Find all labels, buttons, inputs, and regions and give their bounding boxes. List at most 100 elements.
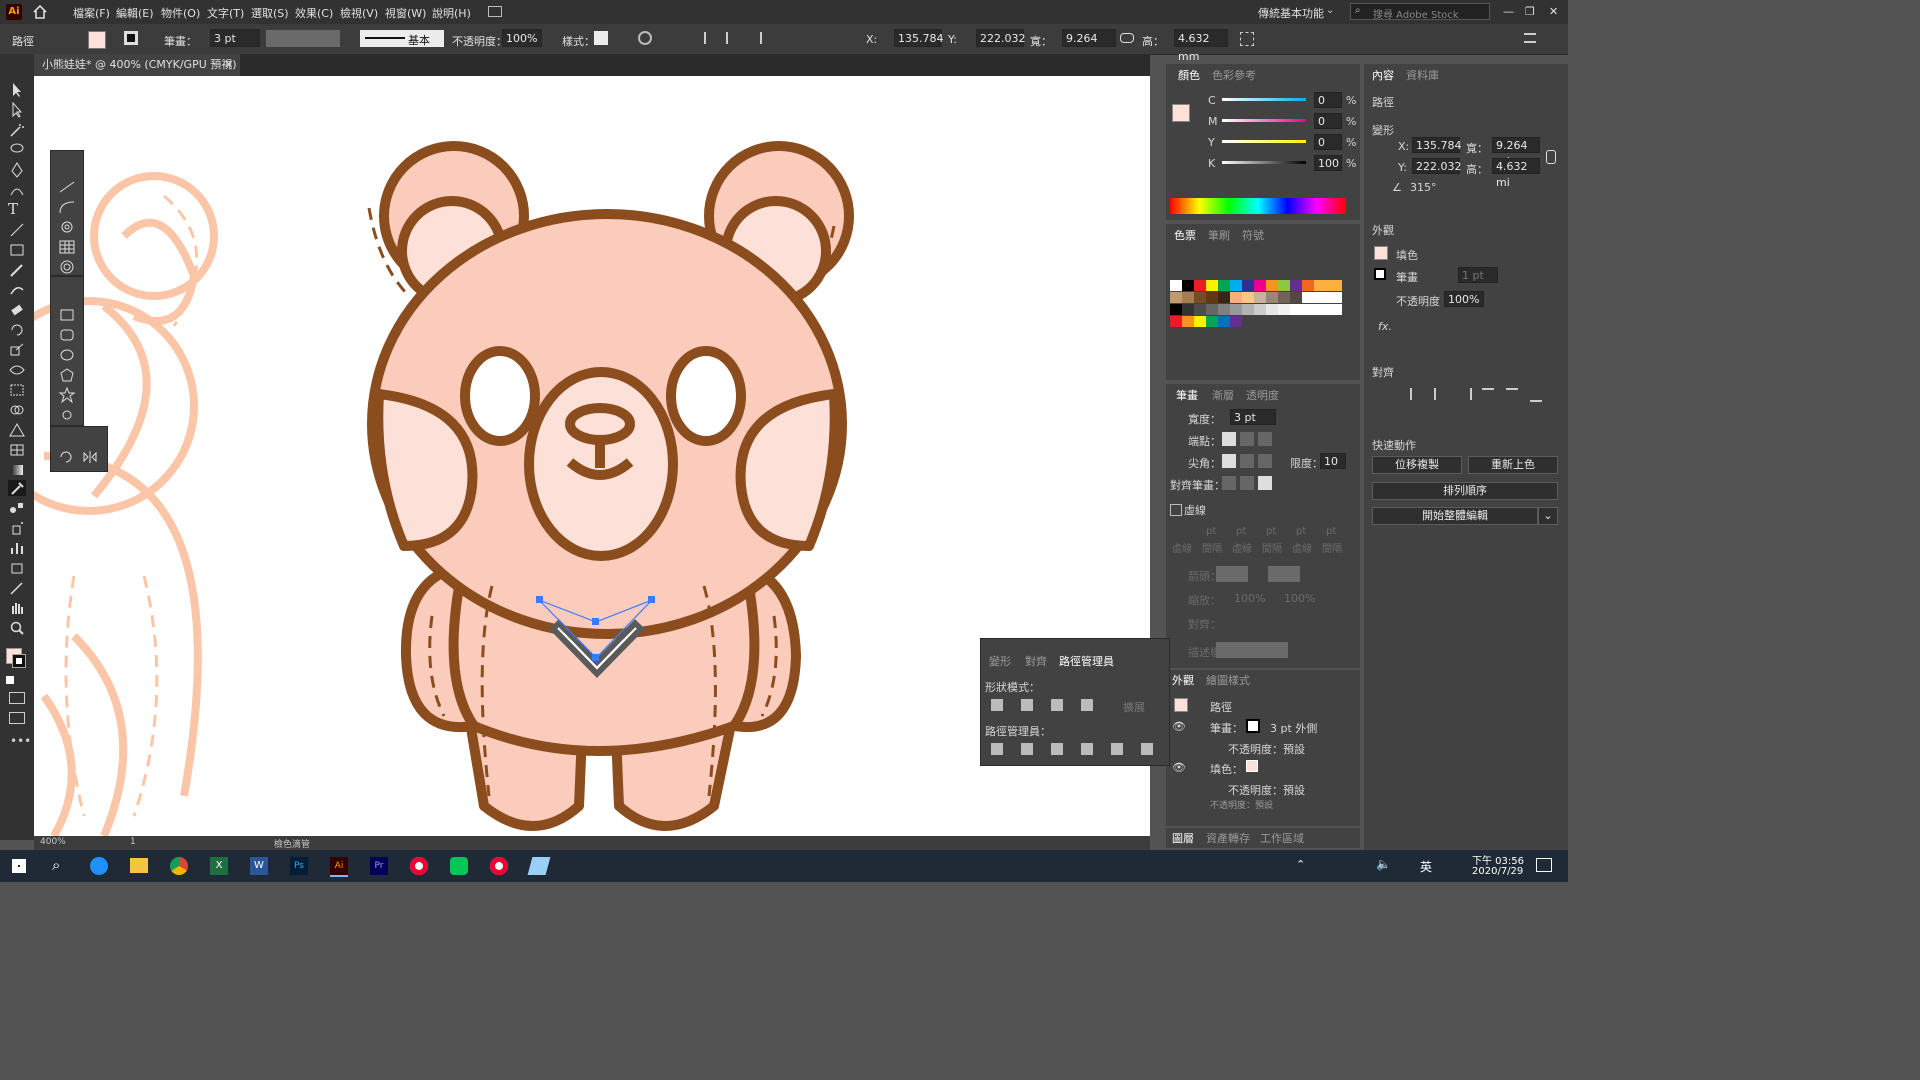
swatch-grid[interactable] <box>1170 280 1342 354</box>
appearance-fill-swatch[interactable] <box>1246 760 1258 772</box>
shape-builder-tool-icon[interactable] <box>8 402 26 418</box>
align-left-icon[interactable] <box>704 32 718 44</box>
crop-button[interactable] <box>1081 743 1093 755</box>
arc-tool-icon[interactable] <box>57 199 77 215</box>
channel-c-slider[interactable] <box>1222 98 1306 101</box>
search-icon[interactable]: ⌕ <box>52 856 60 874</box>
prop-opacity-input[interactable]: 100% <box>1444 291 1484 307</box>
selection-tool-icon[interactable] <box>8 82 26 98</box>
minus-front-button[interactable] <box>1021 699 1033 711</box>
tab-appearance[interactable]: 外觀 <box>1172 672 1194 688</box>
volume-icon[interactable]: 🔈 <box>1376 857 1391 871</box>
channel-m-slider[interactable] <box>1222 119 1306 122</box>
appearance-fill-label[interactable]: 填色： <box>1210 761 1243 777</box>
align-outside-stroke[interactable] <box>1258 476 1272 490</box>
profile-select[interactable] <box>1216 642 1288 658</box>
hand-tool-icon[interactable] <box>8 600 26 616</box>
round-cap-button[interactable] <box>1240 432 1254 446</box>
spiral-tool-icon[interactable] <box>57 219 77 235</box>
tab-swatches[interactable]: 色票 <box>1174 227 1196 243</box>
prop-align-vcenter-icon[interactable] <box>1506 388 1518 402</box>
channel-k-slider[interactable] <box>1222 161 1306 164</box>
tab-symbols[interactable]: 符號 <box>1242 227 1264 243</box>
zoom-tool-icon[interactable] <box>8 620 26 636</box>
rectangular-grid-tool-icon[interactable] <box>57 239 77 255</box>
divide-button[interactable] <box>991 743 1003 755</box>
eyedropper-tool-icon[interactable] <box>8 480 26 496</box>
tab-properties[interactable]: 內容 <box>1372 67 1394 83</box>
more-tools-icon[interactable]: ••• <box>10 734 31 748</box>
dash-3[interactable]: pt <box>1326 526 1336 537</box>
scale-tool-icon[interactable] <box>8 342 26 358</box>
brush-definition[interactable]: 基本 <box>360 30 444 47</box>
tab-transform[interactable]: 變形 <box>989 653 1011 669</box>
curvature-tool-icon[interactable] <box>8 182 26 198</box>
square-cap-button[interactable] <box>1258 432 1272 446</box>
gap-2[interactable]: pt <box>1296 526 1306 537</box>
align-center-stroke[interactable] <box>1222 476 1236 490</box>
gradient-tool-icon[interactable] <box>8 462 26 478</box>
windows-start-icon[interactable] <box>12 859 26 873</box>
rotate-tool-icon[interactable] <box>8 322 26 338</box>
tab-pathfinder[interactable]: 路徑管理員 <box>1059 653 1114 669</box>
menu-view[interactable]: 檢視(V) <box>340 5 378 21</box>
width-tool-icon[interactable] <box>8 362 26 378</box>
appearance-stroke-swatch[interactable] <box>1246 719 1260 733</box>
ime-indicator[interactable]: 英 <box>1420 858 1432 875</box>
appearance-stroke-label[interactable]: 筆畫： <box>1210 720 1243 736</box>
line-app-icon[interactable] <box>450 857 468 875</box>
edge-icon[interactable] <box>90 857 108 875</box>
stroke-color-icon[interactable] <box>12 654 26 668</box>
menu-file[interactable]: 檔案(F) <box>73 5 110 21</box>
magic-wand-tool-icon[interactable] <box>8 122 26 138</box>
symbol-sprayer-tool-icon[interactable] <box>8 520 26 536</box>
file-explorer-icon[interactable] <box>130 858 148 873</box>
tab-artboards[interactable]: 工作區域 <box>1260 830 1304 846</box>
clock-time[interactable]: 下午 03:56 <box>1472 852 1524 867</box>
prop-fx-icon[interactable]: fx. <box>1378 320 1392 333</box>
miter-join-button[interactable] <box>1222 454 1236 468</box>
align-center-icon[interactable] <box>726 32 740 44</box>
tab-layers[interactable]: 圖層 <box>1172 830 1194 846</box>
tab-graphic-styles[interactable]: 繪圖樣式 <box>1206 672 1250 688</box>
prop-align-left-icon[interactable] <box>1410 388 1424 400</box>
recorder2-icon[interactable] <box>490 857 508 875</box>
prop-stroke-swatch[interactable] <box>1374 268 1386 280</box>
expand-button[interactable]: 擴展 <box>1123 699 1145 715</box>
tab-color-guide[interactable]: 色彩參考 <box>1212 67 1256 83</box>
home-icon[interactable] <box>32 4 48 20</box>
butt-cap-button[interactable] <box>1222 432 1236 446</box>
tab-brushes[interactable]: 筆刷 <box>1208 227 1230 243</box>
prop-align-top-icon[interactable] <box>1482 388 1494 402</box>
dash-2[interactable]: pt <box>1266 526 1276 537</box>
prop-opacity-label[interactable]: 不透明度 <box>1396 293 1440 309</box>
word-icon[interactable]: W <box>250 857 268 875</box>
constrain-proportions-icon[interactable] <box>1120 33 1134 43</box>
illustrator-icon[interactable]: Ai <box>330 857 348 877</box>
free-transform-tool-icon[interactable] <box>8 382 26 398</box>
opacity-field[interactable]: 100% <box>502 29 542 47</box>
eraser-tool-icon[interactable] <box>8 302 26 318</box>
tab-align[interactable]: 對齊 <box>1025 653 1047 669</box>
style-swatch[interactable] <box>594 31 608 45</box>
document-tab[interactable]: 小熊娃娃* @ 400% (CMYK/GPU 預視) <box>34 54 240 76</box>
color-mode-icon[interactable] <box>6 676 14 684</box>
color-fill-stroke-icon[interactable] <box>1172 104 1190 122</box>
tab-transparency[interactable]: 透明度 <box>1246 387 1279 403</box>
channel-c-value[interactable]: 0 <box>1314 92 1342 108</box>
x-field[interactable]: 135.784 r <box>894 29 944 63</box>
screen-mode-icon[interactable] <box>9 712 25 724</box>
tray-up-icon[interactable]: ⌃ <box>1296 858 1305 871</box>
type-tool-icon[interactable]: T <box>8 200 26 218</box>
lasso-tool-icon[interactable] <box>8 142 26 158</box>
menu-effect[interactable]: 效果(C) <box>295 5 333 21</box>
scale-start[interactable]: 100% <box>1234 592 1265 605</box>
align-inside-stroke[interactable] <box>1240 476 1254 490</box>
notification-icon[interactable] <box>1536 858 1552 872</box>
star-tool-icon[interactable] <box>57 387 77 403</box>
zoom-level[interactable]: 400% <box>40 837 66 847</box>
minus-back-button[interactable] <box>1141 743 1153 755</box>
reflect-tool-icon[interactable] <box>81 449 99 465</box>
prop-stroke-input[interactable]: 1 pt <box>1458 267 1498 283</box>
ellipse-tool-icon[interactable] <box>57 347 77 363</box>
